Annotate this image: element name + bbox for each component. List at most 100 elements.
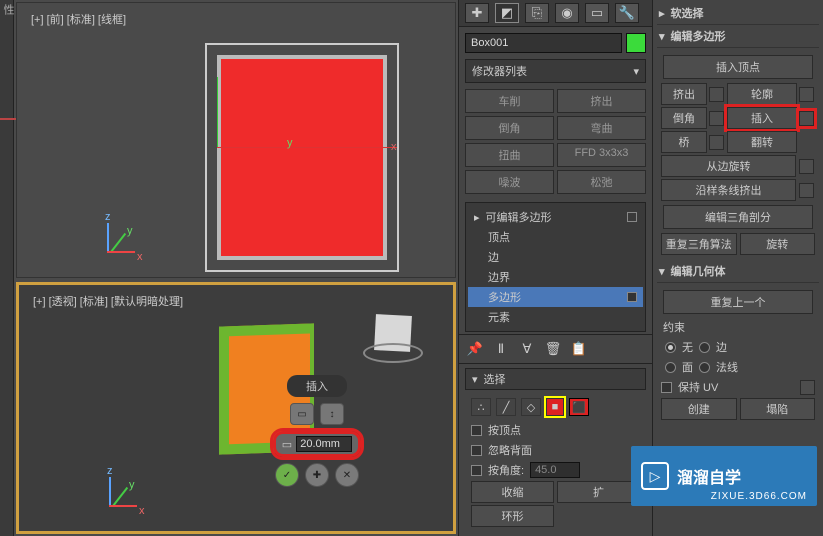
constraint-edge-radio[interactable] (699, 342, 710, 353)
hinge-settings-button[interactable] (799, 159, 814, 174)
stack-vertex[interactable]: 顶点 (468, 227, 643, 247)
mod-btn-relax[interactable]: 松弛 (557, 170, 646, 194)
stack-root[interactable]: ▸ 可编辑多边形 (468, 207, 643, 227)
motion-tab-icon[interactable]: ◉ (555, 3, 579, 23)
inset-type-group-button[interactable]: ▭ (290, 403, 314, 425)
viewport-front-label: [+] [前] [标准] [线框] (31, 11, 126, 27)
extrude-button[interactable]: 挤出 (661, 83, 707, 105)
by-angle-spinner[interactable] (530, 462, 580, 478)
hinge-from-edge-button[interactable]: 从边旋转 (661, 155, 796, 177)
edit-poly-header[interactable]: ▾ 编辑多边形 (657, 25, 819, 48)
chevron-down-icon: ▾ (633, 65, 639, 78)
by-vertex-checkbox[interactable] (471, 425, 482, 436)
inset-apply-button[interactable]: ✚ (305, 463, 329, 487)
inset-caddy: 插入 ▭ ↕ ▭ ✓ ✚ ✕ (257, 375, 377, 487)
mod-btn-ffd[interactable]: FFD 3x3x3 (557, 143, 646, 167)
sel-vertex-icon[interactable]: ∴ (471, 398, 491, 416)
preserve-uv-checkbox[interactable] (661, 382, 672, 393)
viewcube[interactable] (363, 309, 423, 369)
collapse-button[interactable]: 塌陷 (740, 398, 816, 420)
object-name-input[interactable] (465, 33, 622, 53)
viewport-persp-label: [+] [透视] [标准] [默认明暗处理] (33, 293, 183, 309)
preserve-uv-label: 保持 UV (678, 379, 718, 395)
extrude-spline-settings-button[interactable] (799, 183, 814, 198)
show-result-icon[interactable]: Ⅱ (493, 341, 509, 357)
turn-button[interactable]: 旋转 (740, 233, 816, 255)
inset-settings-button[interactable] (799, 111, 814, 126)
by-angle-checkbox[interactable] (471, 465, 482, 476)
extrude-settings-button[interactable] (709, 87, 724, 102)
display-tab-icon[interactable]: ▭ (585, 3, 609, 23)
by-vertex-label: 按顶点 (488, 422, 521, 438)
repeat-last-button[interactable]: 重复上一个 (663, 290, 813, 314)
modifier-stack[interactable]: ▸ 可编辑多边形 顶点 边 边界 多边形 元素 (465, 202, 646, 332)
modifier-list-dropdown[interactable]: 修改器列表▾ (465, 59, 646, 83)
flip-button[interactable]: 翻转 (727, 131, 797, 153)
watermark: ▷ 溜溜自学 ZIXUE.3D66.COM (631, 446, 817, 506)
edit-tri-button[interactable]: 编辑三角剖分 (663, 205, 813, 229)
constraint-normal-radio[interactable] (699, 362, 710, 373)
stack-edge[interactable]: 边 (468, 247, 643, 267)
viewport-perspective[interactable]: [+] [透视] [标准] [默认明暗处理] z y x 插入 ▭ ↕ ▭ (16, 282, 456, 534)
configure-icon[interactable]: 📋 (571, 341, 587, 357)
outline-button[interactable]: 轮廓 (727, 83, 797, 105)
insert-vertex-button[interactable]: 插入顶点 (663, 55, 813, 79)
make-unique-icon[interactable]: ∀ (519, 341, 535, 357)
command-tabs: ✚ ◩ ⎘ ◉ ▭ 🔧 (459, 0, 652, 27)
play-icon: ▷ (641, 462, 669, 490)
bevel-button[interactable]: 倒角 (661, 107, 707, 129)
sel-polygon-icon[interactable]: ■ (546, 398, 564, 416)
stack-polygon[interactable]: 多边形 (468, 287, 643, 307)
inset-amount-input[interactable] (296, 436, 352, 452)
extrude-along-spline-button[interactable]: 沿样条线挤出 (661, 179, 796, 201)
inset-cancel-button[interactable]: ✕ (335, 463, 359, 487)
object-color-swatch[interactable] (626, 33, 646, 53)
front-box-shape[interactable] (217, 55, 387, 260)
mod-btn-noise[interactable]: 噪波 (465, 170, 554, 194)
stack-element[interactable]: 元素 (468, 307, 643, 327)
ignore-back-label: 忽略背面 (488, 442, 532, 458)
inset-caddy-title: 插入 (287, 375, 347, 397)
inset-button[interactable]: 插入 (727, 107, 797, 129)
mod-btn-bevel[interactable]: 倒角 (465, 116, 554, 140)
bevel-settings-button[interactable] (709, 111, 724, 126)
retriangulate-button[interactable]: 重复三角算法 (661, 233, 737, 255)
hierarchy-tab-icon[interactable]: ⎘ (525, 3, 549, 23)
bridge-button[interactable]: 桥 (661, 131, 707, 153)
command-panel: ✚ ◩ ⎘ ◉ ▭ 🔧 修改器列表▾ 车削 挤出 倒角 弯曲 扭曲 FFD 3x… (458, 0, 652, 536)
watermark-domain: ZIXUE.3D66.COM (691, 491, 807, 502)
shrink-button[interactable]: 收缩 (471, 481, 554, 503)
soft-selection-header[interactable]: ▸ 软选择 (657, 2, 819, 25)
pin-stack-icon[interactable]: 📌 (467, 341, 483, 357)
outline-settings-button[interactable] (799, 87, 814, 102)
inset-amount-icon: ▭ (282, 438, 292, 451)
selection-rollout-header[interactable]: ▾ 选择 (465, 368, 646, 390)
edit-geometry-header[interactable]: ▾ 编辑几何体 (657, 260, 819, 283)
sel-element-icon[interactable]: ⬛ (569, 398, 589, 416)
preserve-uv-settings-button[interactable] (800, 380, 815, 395)
mod-btn-lathe[interactable]: 车削 (465, 89, 554, 113)
ignore-back-checkbox[interactable] (471, 445, 482, 456)
modify-tab-icon[interactable]: ◩ (495, 3, 519, 23)
by-angle-label: 按角度: (488, 462, 524, 478)
create-button[interactable]: 创建 (661, 398, 737, 420)
utilities-tab-icon[interactable]: 🔧 (615, 3, 639, 23)
stack-border[interactable]: 边界 (468, 267, 643, 287)
create-tab-icon[interactable]: ✚ (465, 3, 489, 23)
constraint-none-radio[interactable] (665, 342, 676, 353)
viewport-front[interactable]: [+] [前] [标准] [线框] y x z y x (16, 2, 456, 278)
watermark-brand: 溜溜自学 (677, 464, 741, 488)
mod-btn-twist[interactable]: 扭曲 (465, 143, 554, 167)
ring-button[interactable]: 环形 (471, 505, 554, 527)
mod-btn-extrude[interactable]: 挤出 (557, 89, 646, 113)
bridge-settings-button[interactable] (709, 135, 724, 150)
inset-ok-button[interactable]: ✓ (275, 463, 299, 487)
sel-border-icon[interactable]: ◇ (521, 398, 541, 416)
constraint-face-radio[interactable] (665, 362, 676, 373)
remove-mod-icon[interactable]: 🗑 (545, 341, 561, 357)
grow-button[interactable]: 扩 (557, 481, 640, 503)
inset-type-poly-button[interactable]: ↕ (320, 403, 344, 425)
mod-btn-bend[interactable]: 弯曲 (557, 116, 646, 140)
sel-edge-icon[interactable]: ╱ (496, 398, 516, 416)
inset-amount-field[interactable]: ▭ (273, 431, 361, 457)
